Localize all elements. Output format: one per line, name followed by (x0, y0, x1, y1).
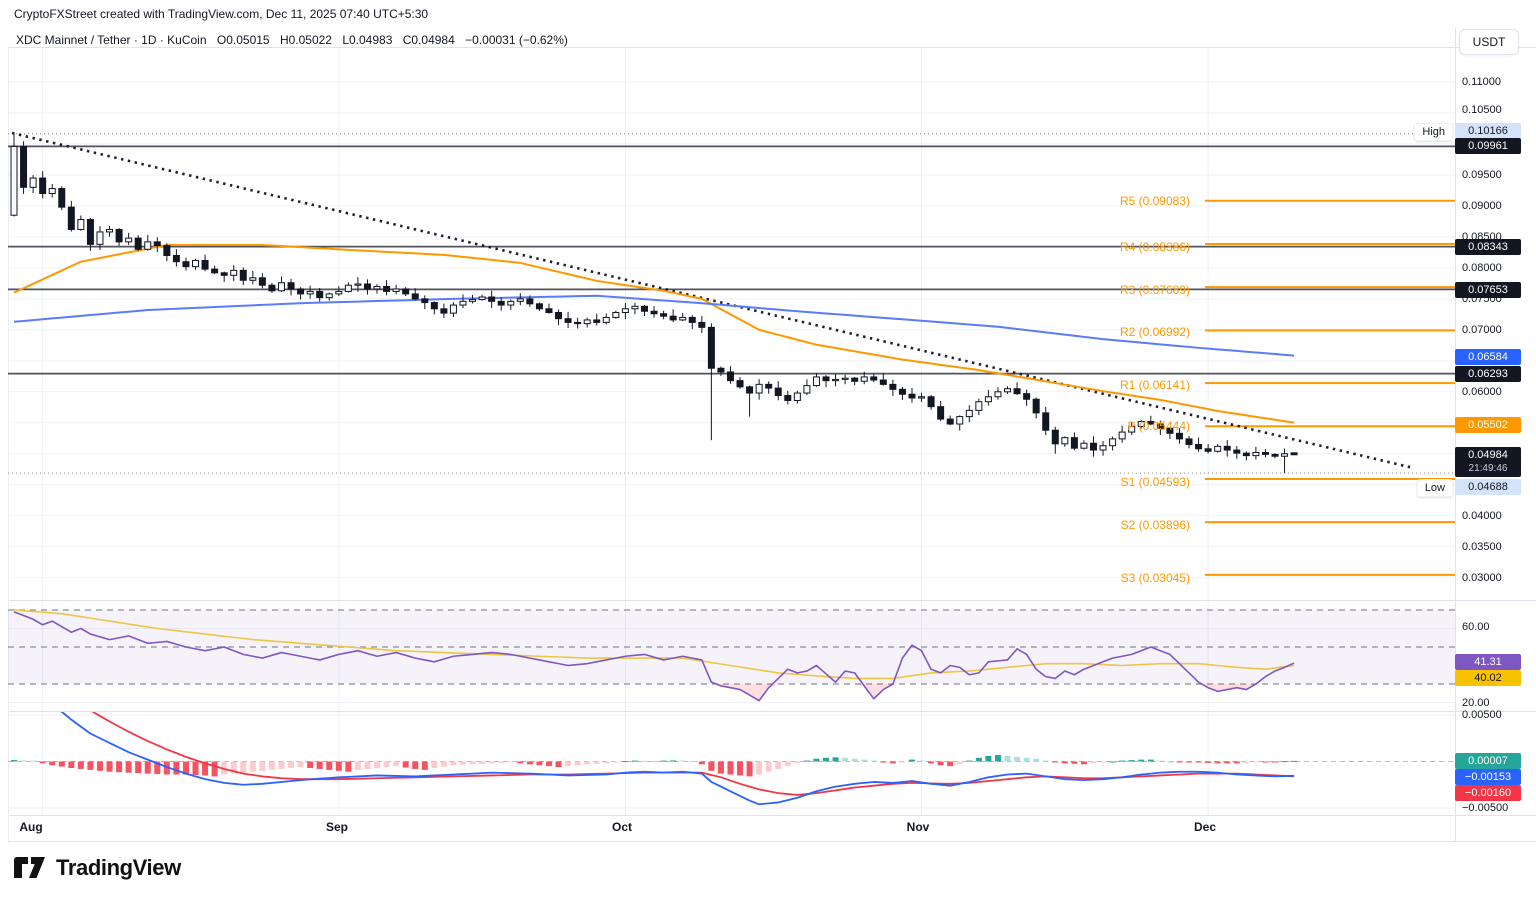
price-tick: 0.03500 (1462, 540, 1502, 554)
legend-change: −0.00031 (−0.62%) (465, 33, 568, 47)
tradingview-logo-text: TradingView (56, 855, 181, 881)
price-tick: 0.11000 (1462, 75, 1501, 89)
currency-button[interactable]: USDT (1459, 29, 1519, 55)
low-tag: Low (1417, 479, 1453, 497)
rsi-tick: 60.00 (1462, 620, 1490, 634)
last-price-badge: 0.04984 21:49:46 (1455, 447, 1521, 477)
legend-close: C0.04984 (403, 33, 455, 47)
price-tick: 0.09500 (1462, 168, 1502, 182)
legend-symbol[interactable]: XDC Mainnet / Tether · 1D · KuCoin (16, 33, 207, 47)
month-label-nov: Nov (907, 820, 930, 834)
macd-hist-badge: 0.00007 (1455, 753, 1521, 769)
high-tag: High (1414, 123, 1453, 141)
legend-open: O0.05015 (217, 33, 270, 47)
pivot-label-r4[interactable]: R4 (0.08386) (1120, 239, 1190, 255)
legend-high: H0.05022 (280, 33, 332, 47)
price-tick: 0.09000 (1462, 199, 1502, 213)
tradingview-chart-page: CryptoFXStreet created with TradingView.… (0, 0, 1536, 897)
pivot-label-s3[interactable]: S3 (0.03045) (1121, 570, 1190, 586)
pivot-label-r3[interactable]: R3 (0.07689) (1120, 282, 1190, 298)
pivot-label-r5[interactable]: R5 (0.09083) (1120, 193, 1190, 209)
month-label-dec: Dec (1194, 820, 1216, 834)
rsi-value-badge: 41.31 (1455, 654, 1521, 670)
tradingview-logo-icon (14, 857, 47, 879)
high-value-badge: 0.10166 (1455, 123, 1521, 139)
price-tick: 0.04000 (1462, 509, 1502, 523)
month-label-sep: Sep (326, 820, 348, 834)
price-tick: 0.10500 (1462, 103, 1502, 117)
pivot-label-p[interactable]: P (0.05444) (1128, 418, 1191, 434)
low-value-badge: 0.04688 (1455, 479, 1521, 495)
price-tick: 0.03000 (1462, 571, 1502, 585)
month-label-oct: Oct (612, 820, 632, 834)
credit-line: CryptoFXStreet created with TradingView.… (14, 7, 428, 21)
level-badge: 0.09961 (1455, 138, 1521, 154)
bar-countdown: 21:49:46 (1469, 462, 1508, 475)
month-label-aug: Aug (19, 820, 42, 834)
macd-tick: 0.00500 (1462, 708, 1502, 722)
symbol-legend: XDC Mainnet / Tether · 1D · KuCoin O0.05… (16, 33, 575, 47)
price-tick: 0.08000 (1462, 261, 1502, 275)
macd-signal-badge: −0.00160 (1455, 785, 1521, 801)
ma-slow-badge: 0.06584 (1455, 349, 1521, 365)
price-tick: 0.06000 (1462, 385, 1502, 399)
legend-low: L0.04983 (342, 33, 392, 47)
chart-canvas[interactable] (0, 0, 1536, 897)
level-badge: 0.06293 (1455, 366, 1521, 382)
price-tick: 0.07000 (1462, 323, 1502, 337)
ma-fast-badge: 0.05502 (1455, 417, 1521, 433)
pivot-label-s2[interactable]: S2 (0.03896) (1121, 517, 1190, 533)
last-price-value: 0.04984 (1468, 449, 1508, 462)
pivot-label-r1[interactable]: R1 (0.06141) (1120, 377, 1190, 393)
pivot-label-s1[interactable]: S1 (0.04593) (1121, 474, 1190, 490)
level-badge: 0.07653 (1455, 282, 1521, 298)
macd-tick: −0.00500 (1462, 801, 1508, 815)
pivot-label-r2[interactable]: R2 (0.06992) (1120, 324, 1190, 340)
level-badge: 0.08343 (1455, 239, 1521, 255)
macd-value-badge: −0.00153 (1455, 769, 1521, 785)
tradingview-logo[interactable]: TradingView (14, 855, 181, 881)
rsi-ma-value-badge: 40.02 (1455, 670, 1521, 686)
